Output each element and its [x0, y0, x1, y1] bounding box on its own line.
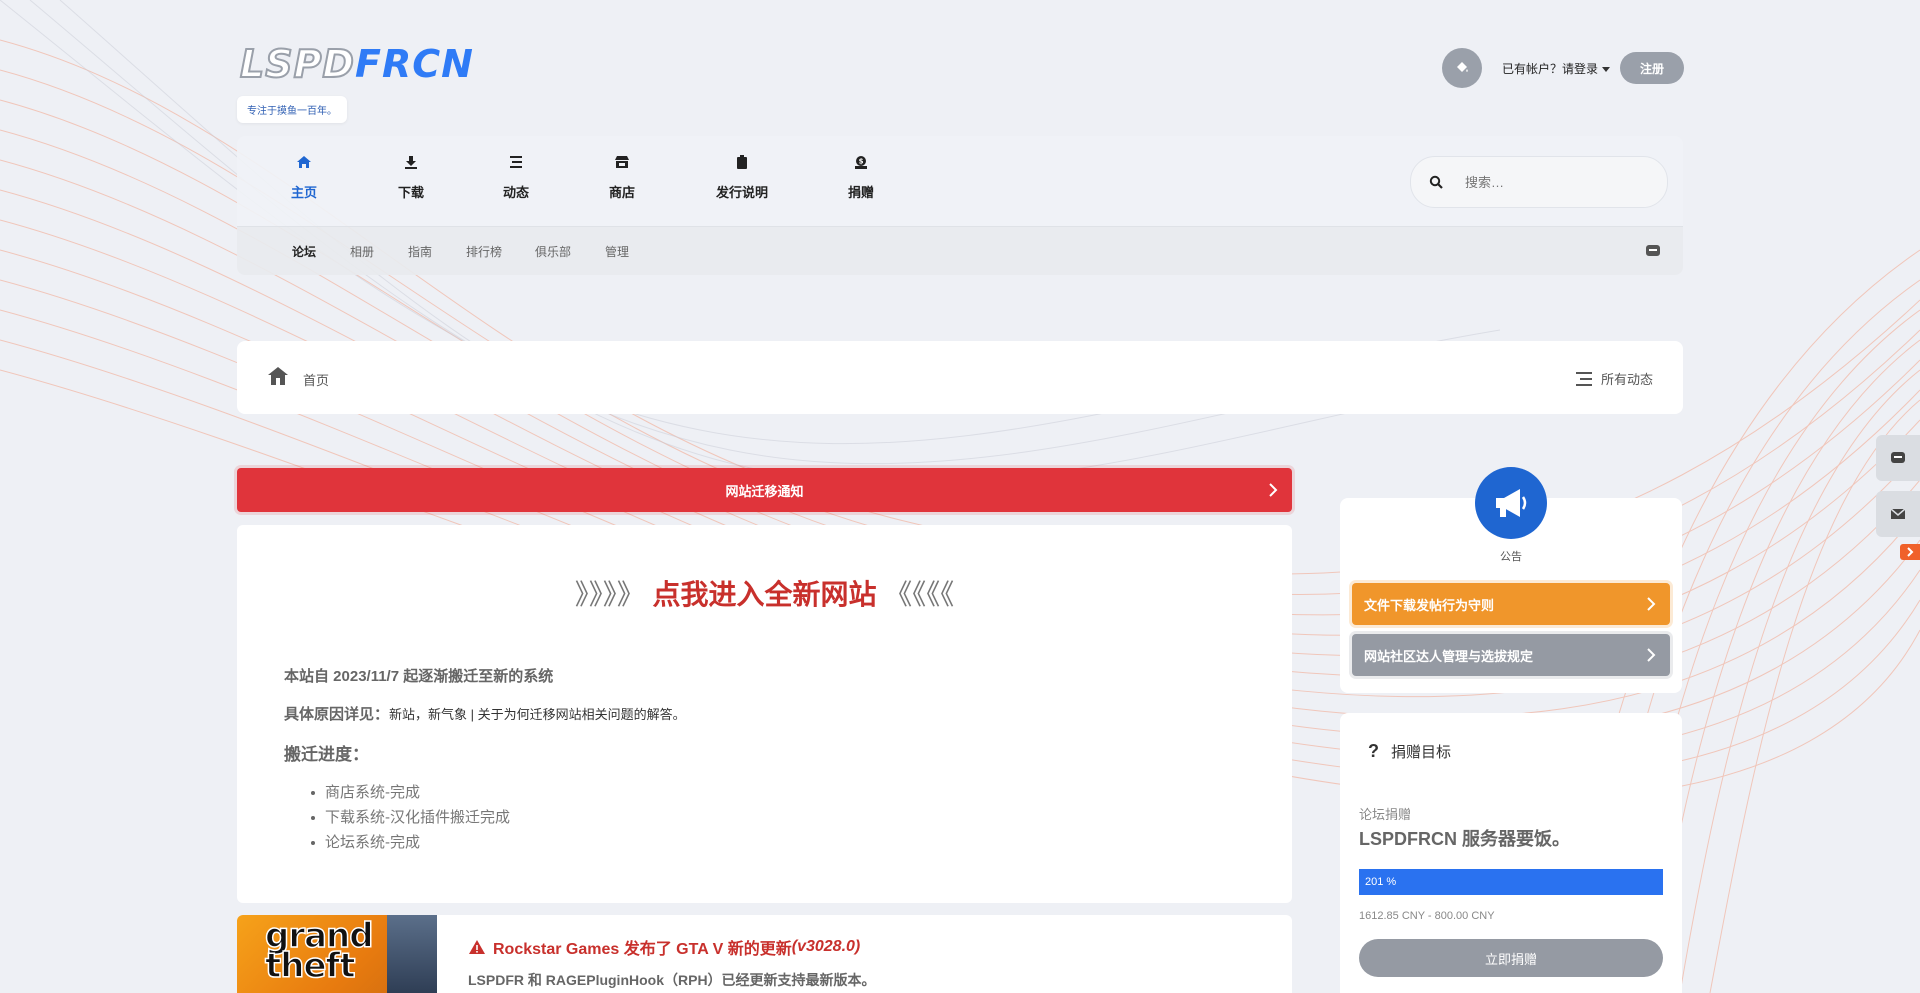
- breadcrumb: 首页 所有动态: [237, 341, 1683, 414]
- donate-now-button[interactable]: 立即捐赠: [1359, 939, 1663, 977]
- news-title-version: (v3028.0): [791, 938, 861, 955]
- announcement-file-rules-button[interactable]: 文件下载发帖行为守则: [1352, 583, 1670, 625]
- reason-line: 具体原因详见：新站，新气象 | 关于为何迁移网站相关问题的解答。: [284, 703, 686, 724]
- logo-text-lspd: LSPD: [239, 41, 355, 87]
- subnav-forum[interactable]: 论坛: [292, 243, 316, 260]
- all-activity-link[interactable]: 所有动态: [1575, 369, 1653, 388]
- donation-heading-text: 捐赠目标: [1391, 744, 1452, 761]
- donation-goal-card: ? 捐赠目标 论坛捐赠 LSPDFRCN 服务器要饭。 201 % 1612.8…: [1340, 713, 1682, 993]
- announcement-label: 网站社区达人管理与选拔规定: [1364, 648, 1534, 664]
- site-migration-notice-button[interactable]: 网站迁移通知: [237, 468, 1292, 512]
- svg-text:$: $: [859, 158, 864, 166]
- donation-progress-fill: 201 %: [1359, 869, 1663, 895]
- nav-item-release-notes[interactable]: 发行说明: [716, 154, 768, 201]
- warning-icon: [469, 940, 485, 954]
- news-item[interactable]: grand theft Rockstar Games 发布了 GTA V 新的更…: [237, 915, 1292, 993]
- chat-icon: [1891, 452, 1905, 463]
- list-item: 商店系统-完成: [311, 780, 510, 805]
- chevron-right-icon: [1269, 483, 1278, 497]
- chat-icon[interactable]: [1645, 243, 1661, 259]
- donation-heading: ? 捐赠目标: [1368, 741, 1451, 762]
- reason-link[interactable]: 新站，新气象 | 关于为何迁移网站相关问题的解答。: [389, 707, 686, 722]
- search-box[interactable]: [1410, 156, 1668, 208]
- floating-mail-tab[interactable]: [1876, 491, 1920, 537]
- search-input[interactable]: [1463, 173, 1647, 191]
- home-icon: [296, 154, 312, 170]
- nav-item-download[interactable]: 下载: [398, 154, 424, 201]
- announcement-community-rules-button[interactable]: 网站社区达人管理与选拔规定: [1352, 634, 1670, 676]
- nav-item-donate[interactable]: $ 捐赠: [848, 154, 874, 201]
- nav-item-home[interactable]: 主页: [291, 154, 317, 201]
- migration-notice-card: 》》》》 点我进入全新网站 《《《《 本站自 2023/11/7 起逐渐搬迁至新…: [237, 525, 1292, 903]
- sub-navigation: 论坛 相册 指南 排行榜 俱乐部 管理: [237, 226, 1683, 275]
- subnav-clubs[interactable]: 俱乐部: [535, 243, 571, 260]
- donation-subtitle: 论坛捐赠: [1359, 807, 1412, 822]
- floating-expand-tab[interactable]: [1900, 544, 1920, 560]
- mail-icon: [1890, 508, 1906, 519]
- announcement-label: 文件下载发帖行为守则: [1364, 597, 1495, 613]
- donation-amount: 1612.85 CNY - 800.00 CNY: [1359, 910, 1495, 922]
- gta-cover-image[interactable]: grand theft: [237, 915, 437, 993]
- search-icon: [1429, 175, 1443, 189]
- nav-label: 主页: [291, 185, 318, 200]
- nav-item-store[interactable]: 商店: [609, 154, 635, 201]
- home-icon[interactable]: [267, 366, 289, 386]
- caret-down-icon: [1602, 67, 1611, 73]
- store-icon: [614, 154, 630, 170]
- link-text: 点我进入全新网站: [652, 579, 877, 610]
- link-bracket-left: 》》》》: [574, 579, 645, 610]
- logo-text-frcn: FRCN: [354, 42, 474, 86]
- subnav-gallery[interactable]: 相册: [350, 243, 374, 260]
- paint-bucket-icon: [1457, 62, 1468, 72]
- reason-label: 具体原因详见：: [284, 706, 390, 723]
- breadcrumb-home[interactable]: 首页: [303, 370, 329, 389]
- nav-label: 动态: [503, 185, 530, 200]
- chevron-right-icon: [1907, 547, 1914, 557]
- nav-label: 下载: [398, 185, 425, 200]
- migration-date: 本站自 2023/11/7 起逐渐搬迁至新的系统: [284, 668, 554, 685]
- subnav-leaderboard[interactable]: 排行榜: [466, 243, 502, 260]
- list-item: 论坛系统-完成: [311, 830, 510, 855]
- donation-goal-title: LSPDFRCN 服务器要饭。: [1359, 829, 1570, 849]
- cover-image-text: grand theft: [264, 916, 374, 986]
- activity-icon: [508, 154, 524, 170]
- login-dropdown[interactable]: 已有帐户？请登录: [1502, 60, 1611, 77]
- announcements-label: 公告: [1500, 551, 1522, 563]
- chevron-right-icon: [1647, 648, 1656, 662]
- news-title[interactable]: Rockstar Games 发布了 GTA V 新的更新 (v3028.0): [468, 935, 860, 959]
- chevron-right-icon: [1647, 597, 1656, 611]
- activity-list-icon: [1575, 371, 1592, 386]
- donation-progress-bar: 201 %: [1359, 869, 1663, 895]
- subnav-guides[interactable]: 指南: [408, 243, 432, 260]
- donation-percent: 201 %: [1365, 876, 1397, 888]
- register-button[interactable]: 注册: [1620, 52, 1684, 84]
- question-icon: ?: [1368, 741, 1379, 761]
- all-activity-label: 所有动态: [1600, 372, 1653, 387]
- subnav-admin[interactable]: 管理: [605, 243, 629, 260]
- site-logo[interactable]: LSPD FRCN: [239, 41, 474, 87]
- new-site-link[interactable]: 》》》》 点我进入全新网站 《《《《: [237, 573, 1292, 613]
- link-bracket-right: 《《《《: [884, 579, 955, 610]
- floating-chat-tab[interactable]: [1876, 435, 1920, 481]
- donate-icon: $: [853, 154, 869, 170]
- progress-list: 商店系统-完成 下载系统-汉化插件搬迁完成 论坛系统-完成: [311, 780, 510, 855]
- progress-heading: 搬迁进度：: [284, 745, 369, 764]
- list-item: 下载系统-汉化插件搬迁完成: [311, 805, 510, 830]
- theme-paint-button[interactable]: [1442, 48, 1482, 88]
- megaphone-icon: [1475, 467, 1547, 539]
- nav-label: 发行说明: [716, 185, 769, 200]
- alert-label: 网站迁移通知: [725, 483, 804, 499]
- download-icon: [403, 154, 419, 170]
- news-summary: LSPDFR 和 RAGEPluginHook（RPH）已经更新支持最新版本。: [468, 972, 876, 988]
- nav-label: 商店: [609, 185, 636, 200]
- clipboard-icon: [734, 154, 750, 170]
- nav-item-activity[interactable]: 动态: [503, 154, 529, 201]
- migration-date-text: 本站自 2023/11/7 起逐渐搬迁至新的系统: [284, 665, 553, 686]
- site-tagline: 专注于摸鱼一百年。: [237, 96, 347, 123]
- nav-label: 捐赠: [848, 185, 875, 200]
- login-text: 已有帐户？请登录: [1502, 62, 1599, 76]
- news-title-text: Rockstar Games 发布了 GTA V 新的更新: [493, 941, 792, 958]
